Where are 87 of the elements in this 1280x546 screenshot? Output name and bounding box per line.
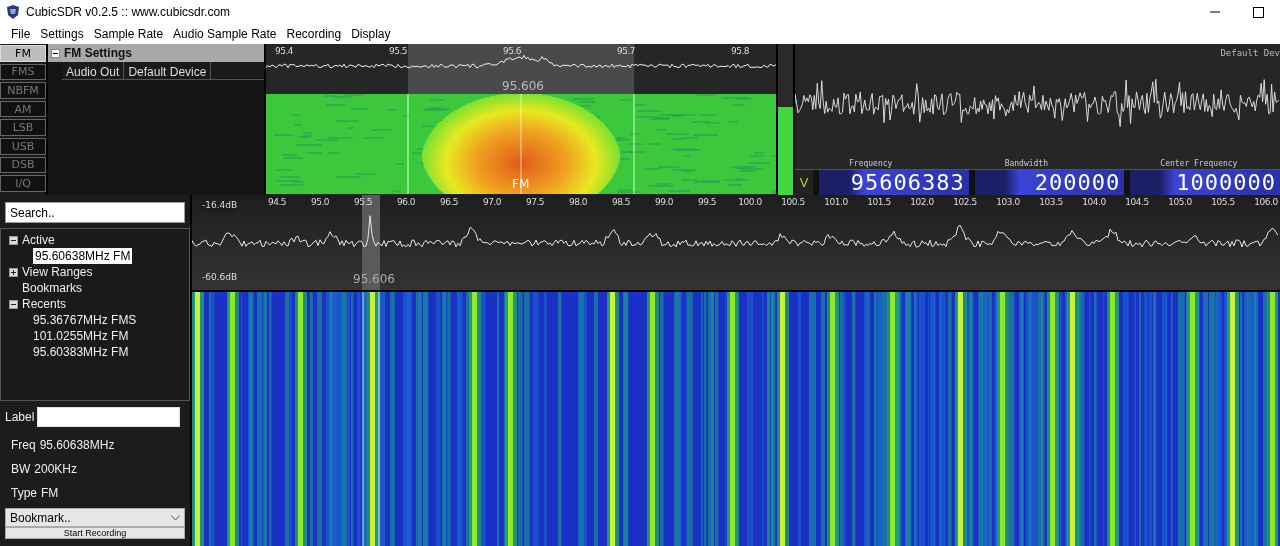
collapse-icon[interactable] — [51, 48, 60, 58]
scale-label: 95.7 — [617, 45, 635, 58]
display-label: Frequency — [849, 159, 893, 168]
tree-item[interactable]: View Ranges — [22, 264, 93, 280]
mode-label: FM — [512, 176, 530, 193]
maximize-icon[interactable] — [1253, 6, 1264, 18]
scale-label: 100.0 — [738, 196, 762, 209]
setting-value[interactable]: Default Device — [124, 62, 212, 79]
scale-label: 101.0 — [824, 196, 848, 209]
scale-label: 97.5 — [526, 196, 544, 209]
info-key: Freq — [11, 436, 36, 454]
frequency-label: 95.606 — [502, 78, 544, 94]
mode-button[interactable]: FMS — [0, 63, 46, 81]
digit-display[interactable]: 1000000 — [1130, 170, 1280, 195]
tree-item[interactable]: 101.0255MHz FM — [33, 328, 129, 344]
device-label: Default Dev — [1220, 47, 1280, 60]
collapse-icon[interactable] — [9, 235, 18, 245]
settings-title: FM Settings — [64, 45, 132, 62]
info-value: FM — [41, 485, 59, 502]
menu-item[interactable]: Sample Rate — [88, 25, 169, 43]
digit-display[interactable]: 95606383 — [819, 170, 969, 195]
vfo-label: V — [795, 170, 813, 195]
mode-button[interactable]: I/Q — [0, 175, 46, 192]
tree-item[interactable]: Bookmarks — [22, 280, 83, 296]
scale-label: 106.0 — [1254, 196, 1278, 209]
scale-label: 102.0 — [910, 196, 934, 209]
scale-label: 94.5 — [268, 196, 286, 209]
tree-item[interactable]: 95.60638MHz FM — [33, 248, 133, 264]
mode-button[interactable]: AM — [0, 100, 46, 118]
bandwidth-highlight[interactable] — [408, 44, 634, 94]
tree-item[interactable]: 95.60383MHz FM — [33, 344, 129, 360]
menu-item[interactable]: Recording — [281, 25, 347, 43]
app-logo-icon — [6, 5, 20, 19]
label-field[interactable] — [37, 407, 181, 427]
scale-label: 103.0 — [996, 196, 1020, 209]
scale-label: 95.4 — [275, 45, 293, 58]
menu-item[interactable]: Settings — [35, 25, 89, 43]
info-key: BW — [11, 460, 31, 478]
scale-label: 97.0 — [483, 196, 501, 209]
scale-label: 98.5 — [612, 196, 630, 209]
mode-button[interactable]: DSB — [0, 156, 46, 174]
chevron-icon — [171, 514, 180, 521]
expand-icon[interactable] — [9, 267, 18, 277]
scale-label: 101.5 — [867, 196, 891, 209]
search-field[interactable]: Search.. — [5, 202, 185, 223]
scale-label: 96.0 — [397, 196, 415, 209]
scale-label: 95.0 — [311, 196, 329, 209]
info-value: 200KHz — [34, 461, 78, 478]
mode-button[interactable]: LSB — [0, 119, 46, 136]
window-title: CubicSDR v0.2.5 :: www.cubicsdr.com — [26, 4, 231, 21]
scale-label: 98.0 — [569, 196, 587, 209]
menu-item[interactable]: Audio Sample Rate — [168, 25, 282, 43]
scale-label: 103.5 — [1039, 196, 1063, 209]
menu-item[interactable]: Display — [346, 25, 396, 43]
display-label: Center Frequency — [1160, 159, 1238, 168]
db-label: -16.4dB — [202, 199, 238, 213]
scale-label: 99.5 — [698, 196, 716, 209]
collapse-icon[interactable] — [9, 299, 18, 309]
info-key: Type — [11, 484, 37, 502]
mode-button[interactable]: FM — [0, 45, 46, 62]
field-label: Label — [5, 409, 35, 426]
setting-name: Audio Out — [62, 62, 125, 79]
menu-item[interactable]: File — [6, 25, 36, 43]
mode-button[interactable]: NBFM — [0, 82, 46, 99]
digit-display[interactable]: 200000 — [974, 170, 1125, 195]
mode-button[interactable]: USB — [0, 137, 46, 155]
frequency-label: 95.606 — [353, 271, 395, 288]
display-label: Bandwidth — [1004, 159, 1048, 168]
scale-label: 104.5 — [1125, 196, 1149, 209]
record-button[interactable]: Start Recording — [5, 527, 185, 539]
scale-label: 95.5 — [354, 196, 372, 209]
db-label: -60.6dB — [202, 270, 238, 284]
info-value: 95.60638MHz — [39, 437, 115, 454]
scale-label: 95.5 — [389, 45, 407, 58]
tree-item[interactable]: Recents — [22, 296, 67, 312]
scale-label: 104.0 — [1082, 196, 1106, 209]
scale-label: 102.5 — [953, 196, 977, 209]
scale-label: 96.5 — [440, 196, 458, 209]
scale-label: 105.0 — [1168, 196, 1192, 209]
scale-label: 99.0 — [655, 196, 673, 209]
scale-label: 100.5 — [781, 196, 805, 209]
scale-label: 95.8 — [731, 45, 749, 58]
scale-label: 95.6 — [503, 45, 521, 58]
tree-item[interactable]: Active — [22, 232, 55, 248]
scale-label: 105.5 — [1211, 196, 1235, 209]
bookmark-dropdown[interactable]: Bookmark.. — [5, 508, 185, 527]
tree-item[interactable]: 95.36767MHz FMS — [33, 312, 137, 328]
